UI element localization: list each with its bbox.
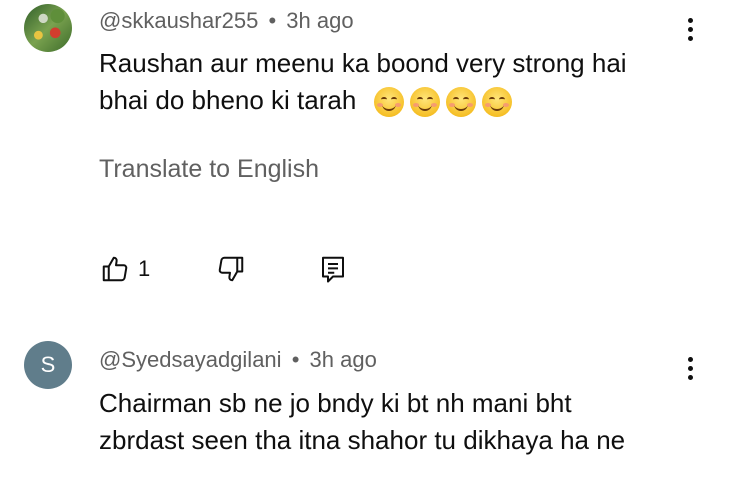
- avatar[interactable]: S: [24, 341, 72, 389]
- avatar-letter: S: [40, 352, 56, 377]
- more-vert-icon[interactable]: [680, 352, 700, 384]
- comment-time[interactable]: 3h ago: [310, 347, 377, 372]
- comment-item: S @Syedsayadgilani • 3h ago Chairman sb …: [0, 0, 740, 489]
- meta-separator: •: [291, 347, 300, 372]
- comment-text-line: zbrdast seen tha itna shahor tu dikhaya …: [99, 425, 626, 455]
- comment-text: Chairman sb ne jo bndy ki bt nh mani bht…: [99, 385, 699, 459]
- author-name[interactable]: @Syedsayadgilani: [99, 347, 282, 372]
- comment-meta: @Syedsayadgilani • 3h ago: [99, 347, 377, 373]
- comment-text-line: Chairman sb ne jo bndy ki bt nh mani bht: [99, 388, 572, 418]
